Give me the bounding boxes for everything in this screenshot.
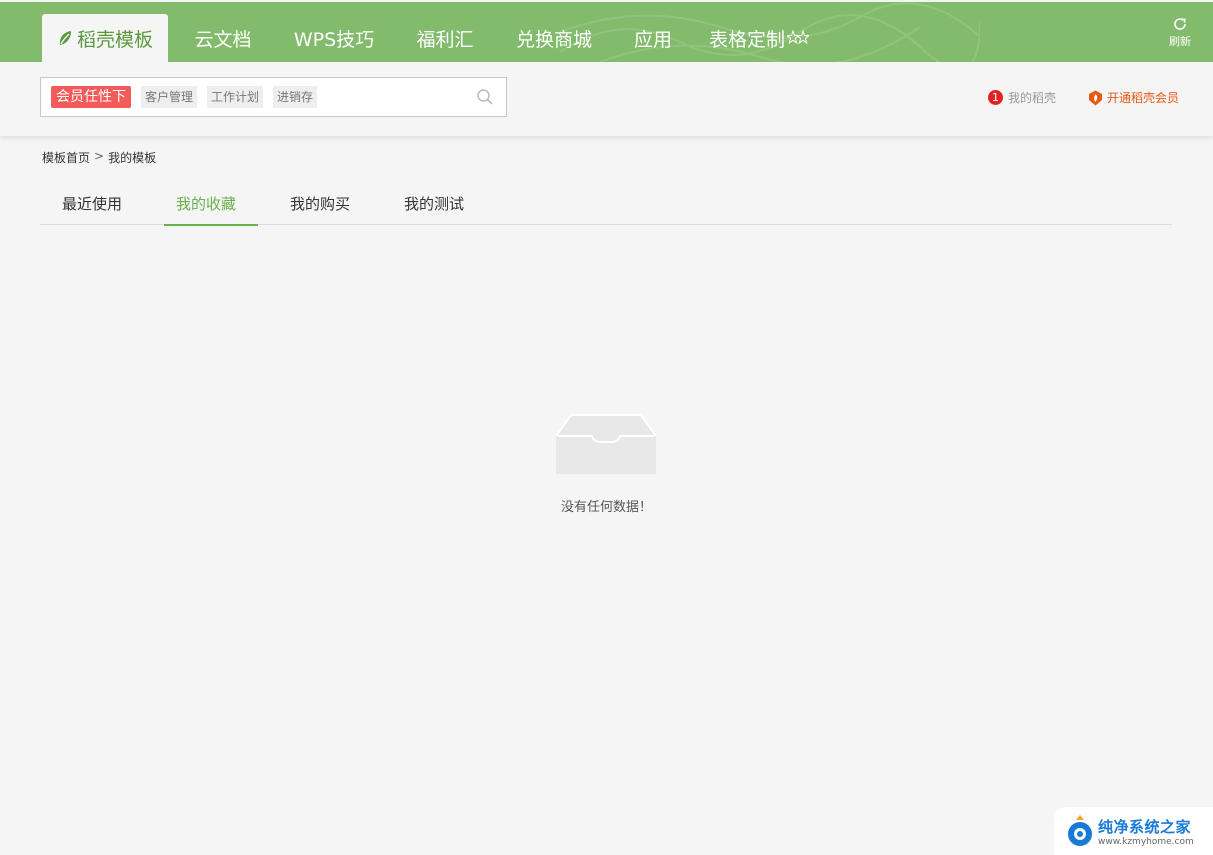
empty-tray-icon [556,414,656,474]
open-vip-label: 开通稻壳会员 [1107,91,1180,105]
site-watermark: 纯净系统之家 www.kzmyhome.com [1054,807,1213,855]
tag-inventory[interactable]: 进销存 [273,86,318,108]
tab-purchased[interactable]: 我的购买 [268,184,372,225]
leaf-icon [59,31,71,45]
tag-customer-management[interactable]: 客户管理 [141,86,198,108]
breadcrumb-home[interactable]: 模板首页 [42,149,90,166]
watermark-logo [1068,815,1092,846]
watermark-url: www.kzmyhome.com [1098,836,1194,847]
tag-work-plan[interactable]: 工作计划 [207,86,264,108]
tab-favorites[interactable]: 我的收藏 [154,184,258,226]
tab-label: 福利汇 [416,28,474,51]
tab-docer-templates[interactable]: 稻壳模板 [42,14,168,62]
breadcrumb-separator: > [94,149,105,163]
my-docer-link[interactable]: 1 我的稻壳 [988,89,1056,106]
tab-label: 稻壳模板 [76,28,153,51]
watermark-title: 纯净系统之家 [1098,817,1192,836]
refresh-label: 刷新 [1169,35,1191,48]
refresh-button[interactable]: 刷新 [1166,16,1194,52]
flame-shield-icon [1089,90,1102,105]
tab-apps[interactable]: 应用 [608,14,698,62]
tab-label: 兑换商城 [515,28,592,51]
empty-message: 没有任何数据！ [560,500,652,515]
tab-testing[interactable]: 我的测试 [382,184,486,225]
notification-badge: 1 [988,90,1003,105]
tab-wps-tips[interactable]: WPS技巧 [278,14,390,62]
open-vip-link[interactable]: 开通稻壳会员 [1088,89,1179,106]
tag-vip-download[interactable]: 会员任性下 [51,86,131,108]
tab-exchange-mall[interactable]: 兑换商城 [500,14,608,62]
search-icon[interactable] [476,88,494,106]
tab-sheet-custom[interactable]: 表格定制 [698,14,820,62]
tab-label: 应用 [633,28,672,51]
search-input[interactable]: 会员任性下 客户管理 工作计划 进销存 [40,77,507,117]
star-outline-icon [787,30,809,45]
tab-welfare[interactable]: 福利汇 [390,14,500,62]
tab-label: 云文档 [194,28,252,51]
breadcrumb: 模板首页 > 我的模板 [42,149,156,166]
top-nav-bar: 稻壳模板 云文档 WPS技巧 福利汇 兑换商城 应用 表格定制 刷新 [0,0,1213,62]
breadcrumb-current: 我的模板 [108,151,157,165]
tab-cloud-docs[interactable]: 云文档 [168,14,278,62]
template-subtabs: 最近使用 我的收藏 我的购买 我的测试 [40,184,1172,226]
my-docer-label: 我的稻壳 [1008,91,1057,105]
refresh-icon [1174,18,1186,30]
tab-recent[interactable]: 最近使用 [40,184,144,225]
main-nav: 稻壳模板 云文档 WPS技巧 福利汇 兑换商城 应用 表格定制 [42,14,820,62]
tab-label: 表格定制 [708,28,785,51]
tab-label: WPS技巧 [293,28,375,51]
